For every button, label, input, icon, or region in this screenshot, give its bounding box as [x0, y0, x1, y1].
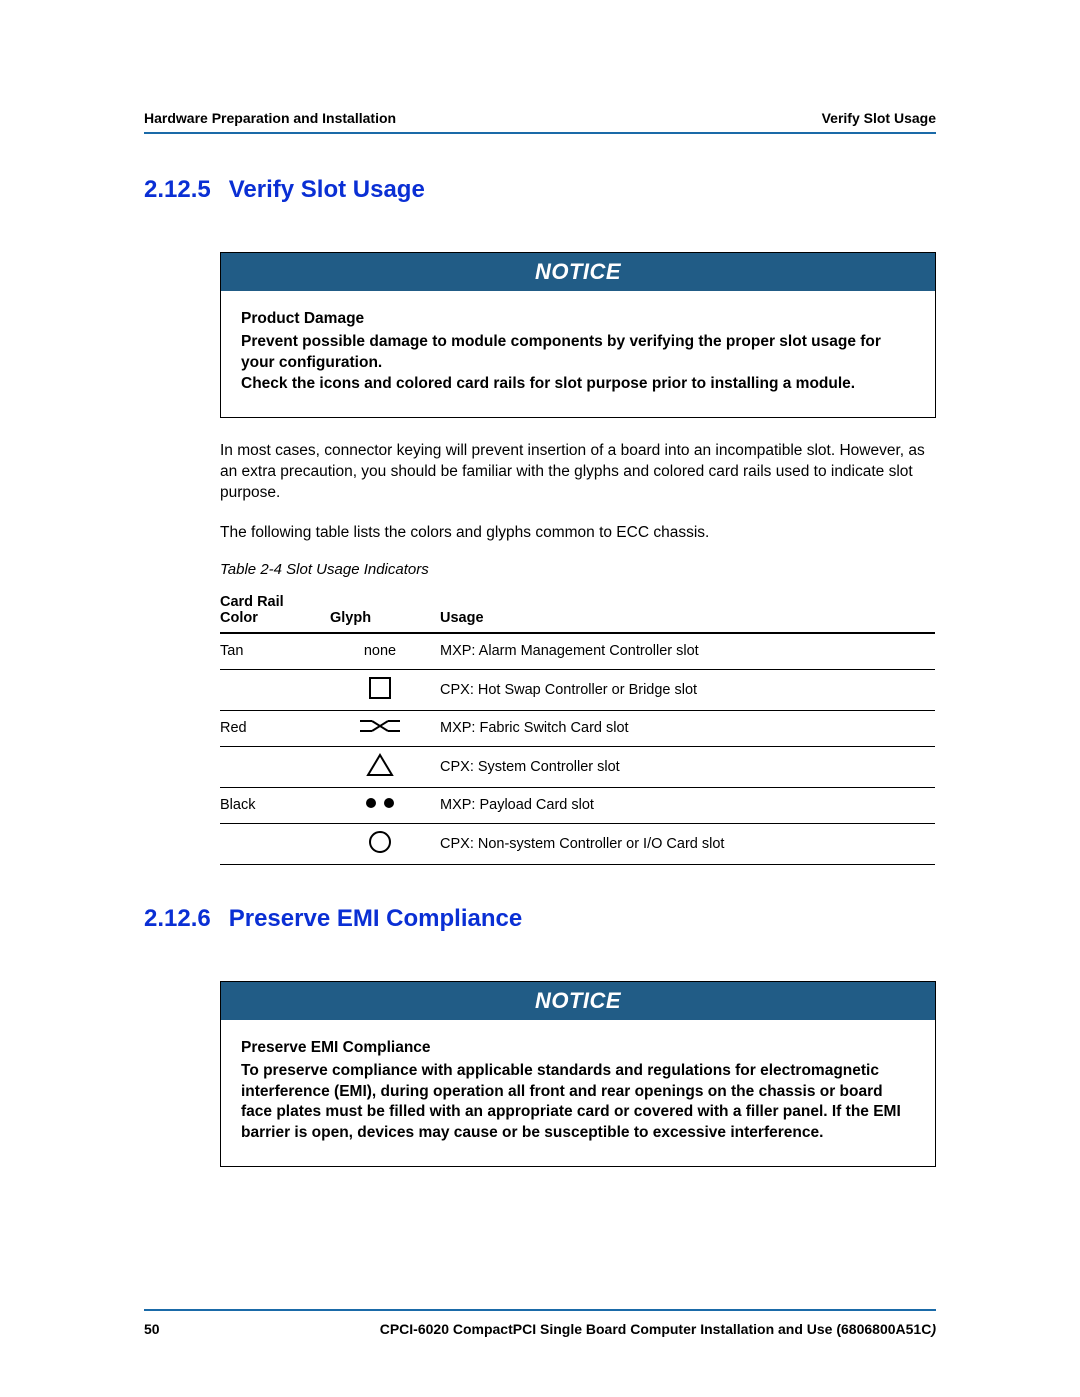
cell-color — [220, 746, 330, 787]
cell-color: Black — [220, 787, 330, 823]
cell-glyph — [330, 787, 440, 823]
notice-title: Product Damage — [241, 309, 915, 330]
cell-usage: CPX: Non-system Controller or I/O Card s… — [440, 823, 935, 864]
cell-usage: MXP: Payload Card slot — [440, 787, 935, 823]
cell-usage: MXP: Fabric Switch Card slot — [440, 710, 935, 746]
section-number: 2.12.6 — [144, 905, 211, 932]
triangle-icon — [366, 753, 394, 781]
table-row: Tan none MXP: Alarm Management Controlle… — [220, 633, 935, 669]
square-icon — [368, 676, 392, 704]
two-dots-icon — [362, 796, 398, 814]
footer-doc-title-text: CPCI-6020 CompactPCI Single Board Comput… — [380, 1321, 932, 1337]
notice-box-emi-compliance: NOTICE Preserve EMI Compliance To preser… — [220, 981, 936, 1168]
slot-usage-table: Card RailColor Glyph Usage Tan none MXP:… — [220, 588, 935, 865]
footer-doc-title: CPCI-6020 CompactPCI Single Board Comput… — [380, 1321, 936, 1337]
table-row: Black MXP: Payload Card slot — [220, 787, 935, 823]
page-number: 50 — [144, 1321, 160, 1337]
cell-glyph — [330, 746, 440, 787]
table-row: CPX: Non-system Controller or I/O Card s… — [220, 823, 935, 864]
section-title: Verify Slot Usage — [229, 176, 425, 203]
cell-usage: MXP: Alarm Management Controller slot — [440, 633, 935, 669]
body-paragraph: The following table lists the colors and… — [220, 522, 936, 543]
notice-body: Product Damage Prevent possible damage t… — [221, 291, 935, 417]
table-caption: Table 2-4 Slot Usage Indicators — [220, 561, 936, 578]
section-heading-verify-slot-usage: 2.12.5 Verify Slot Usage — [144, 176, 936, 204]
crossover-icon — [358, 717, 402, 739]
table-row: CPX: Hot Swap Controller or Bridge slot — [220, 669, 935, 710]
cell-color: Tan — [220, 633, 330, 669]
notice-text-2: Check the icons and colored card rails f… — [241, 374, 915, 395]
circle-icon — [368, 830, 392, 858]
footer-doc-paren: ) — [931, 1321, 936, 1337]
cell-glyph: none — [330, 633, 440, 669]
cell-color — [220, 669, 330, 710]
section-number: 2.12.5 — [144, 176, 211, 203]
cell-usage: CPX: System Controller slot — [440, 746, 935, 787]
table-row: CPX: System Controller slot — [220, 746, 935, 787]
notice-title: Preserve EMI Compliance — [241, 1038, 915, 1059]
cell-glyph — [330, 669, 440, 710]
notice-body: Preserve EMI Compliance To preserve comp… — [221, 1020, 935, 1167]
document-page: Hardware Preparation and Installation Ve… — [0, 0, 1080, 1227]
table-row: Red MXP: Fabric Switch Card slot — [220, 710, 935, 746]
cell-usage: CPX: Hot Swap Controller or Bridge slot — [440, 669, 935, 710]
cell-color: Red — [220, 710, 330, 746]
page-footer: 50 CPCI-6020 CompactPCI Single Board Com… — [144, 1309, 936, 1337]
notice-label: NOTICE — [535, 988, 621, 1013]
running-header-left: Hardware Preparation and Installation — [144, 110, 396, 126]
cell-glyph — [330, 710, 440, 746]
notice-text-1: Prevent possible damage to module compon… — [241, 332, 915, 374]
notice-label: NOTICE — [535, 259, 621, 284]
section-heading-preserve-emi: 2.12.6 Preserve EMI Compliance — [144, 905, 936, 933]
table-header-row: Card RailColor Glyph Usage — [220, 588, 935, 633]
section-title: Preserve EMI Compliance — [229, 905, 522, 932]
table-header-usage: Usage — [440, 588, 935, 633]
notice-header: NOTICE — [221, 253, 935, 291]
cell-color — [220, 823, 330, 864]
running-header: Hardware Preparation and Installation Ve… — [144, 110, 936, 134]
table-header-color: Card RailColor — [220, 588, 330, 633]
notice-header: NOTICE — [221, 982, 935, 1020]
running-header-right: Verify Slot Usage — [822, 110, 936, 126]
cell-glyph — [330, 823, 440, 864]
notice-box-product-damage: NOTICE Product Damage Prevent possible d… — [220, 252, 936, 418]
table-header-glyph: Glyph — [330, 588, 440, 633]
notice-text: To preserve compliance with applicable s… — [241, 1061, 915, 1145]
body-paragraph: In most cases, connector keying will pre… — [220, 440, 936, 504]
